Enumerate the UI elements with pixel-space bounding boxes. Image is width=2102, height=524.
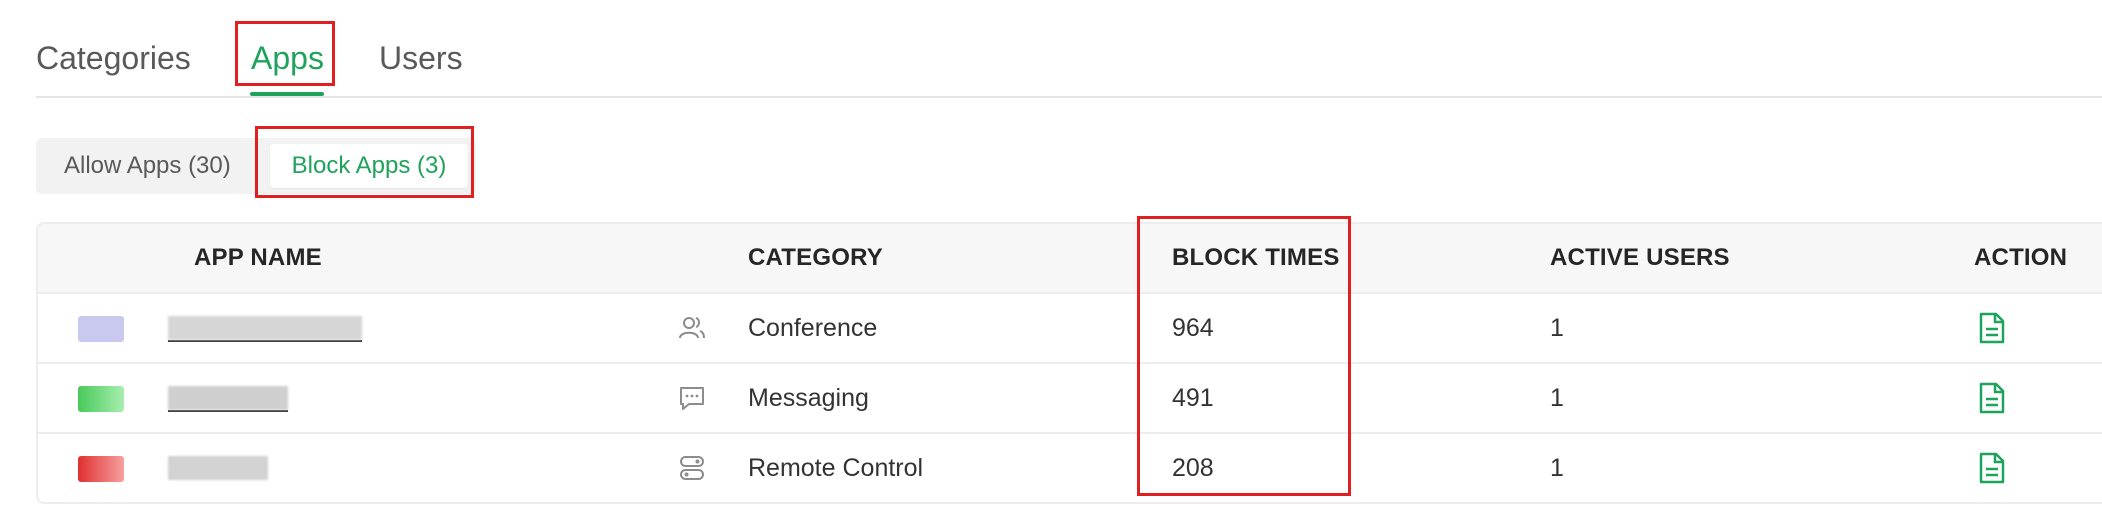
- block-apps-button[interactable]: Block Apps (3): [270, 144, 468, 188]
- category-cell: Messaging: [748, 384, 869, 412]
- tab-users[interactable]: Users: [379, 34, 463, 82]
- server-toggle-icon: [680, 456, 704, 480]
- app-logo: [78, 386, 124, 412]
- table-row: Conference 964 1: [38, 294, 2102, 364]
- document-icon[interactable]: [1978, 452, 2006, 484]
- document-icon[interactable]: [1978, 382, 2006, 414]
- header-category: CATEGORY: [748, 244, 883, 271]
- header-block-times: BLOCK TIMES: [1172, 244, 1340, 271]
- app-name-link[interactable]: [168, 316, 362, 342]
- block-times-cell: 208: [1172, 454, 1214, 482]
- tab-divider: [36, 96, 2102, 98]
- chat-bubble-icon: [680, 387, 704, 410]
- allow-apps-button[interactable]: Allow Apps (30): [64, 138, 231, 194]
- app-name-link[interactable]: [168, 386, 288, 412]
- document-icon[interactable]: [1978, 312, 2006, 344]
- tab-apps[interactable]: Apps: [251, 34, 324, 82]
- apps-table: APP NAME CATEGORY BLOCK TIMES ACTIVE USE…: [36, 222, 2102, 504]
- tab-categories[interactable]: Categories: [36, 34, 191, 82]
- app-logo: [78, 316, 124, 342]
- active-users-cell: 1: [1550, 314, 1564, 342]
- users-icon: [679, 317, 705, 339]
- header-app-name: APP NAME: [194, 244, 322, 271]
- active-users-cell: 1: [1550, 454, 1564, 482]
- active-users-cell: 1: [1550, 384, 1564, 412]
- app-logo: [78, 456, 124, 482]
- block-times-cell: 964: [1172, 314, 1214, 342]
- table-header: APP NAME CATEGORY BLOCK TIMES ACTIVE USE…: [38, 224, 2102, 294]
- category-cell: Remote Control: [748, 454, 924, 482]
- table-row: Messaging 491 1: [38, 364, 2102, 434]
- header-action: ACTION: [1974, 244, 2068, 271]
- block-times-cell: 491: [1172, 384, 1214, 412]
- table-row: Remote Control 208 1: [38, 434, 2102, 502]
- category-cell: Conference: [748, 314, 878, 342]
- app-name-link[interactable]: [168, 456, 268, 480]
- header-active-users: ACTIVE USERS: [1550, 244, 1730, 271]
- allow-block-toggle: Allow Apps (30) Block Apps (3): [36, 138, 476, 194]
